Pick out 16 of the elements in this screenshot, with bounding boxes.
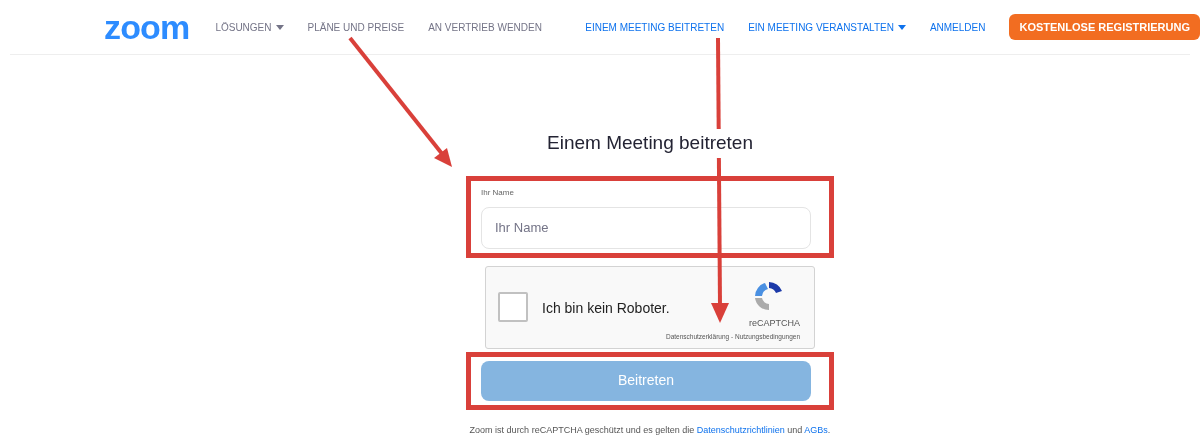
nav-link[interactable]: AN VERTRIEB WENDEN xyxy=(428,19,542,35)
captcha-label: Ich bin kein Roboter. xyxy=(542,298,670,318)
nav-link[interactable]: LÖSUNGEN xyxy=(215,19,284,35)
name-input[interactable]: Ihr Name xyxy=(481,206,811,249)
recaptcha-notice: Zoom ist durch reCAPTCHA geschützt und es gelten die Datenschutzrichtlinien und AGBs. xyxy=(469,423,831,437)
captcha-checkbox[interactable] xyxy=(498,291,528,322)
nav-link[interactable]: EINEM MEETING BEITRETEN xyxy=(585,19,725,35)
signup-button[interactable]: KOSTENLOSE REGISTRIERUNG xyxy=(1009,14,1200,40)
field-label: Ihr Name xyxy=(481,186,515,199)
recaptcha-brand: reCAPTCHA xyxy=(749,316,800,330)
nav-link[interactable]: PLÄNE UND PREISE xyxy=(307,19,405,35)
terms-link[interactable]: AGBs xyxy=(804,424,828,435)
nav-link[interactable]: EIN MEETING VERANSTALTEN xyxy=(748,19,906,35)
nav-link[interactable]: ANMELDEN xyxy=(929,19,986,35)
privacy-link[interactable]: Datenschutzrichtlinien xyxy=(696,424,785,435)
logo[interactable]: zoom xyxy=(104,10,190,44)
